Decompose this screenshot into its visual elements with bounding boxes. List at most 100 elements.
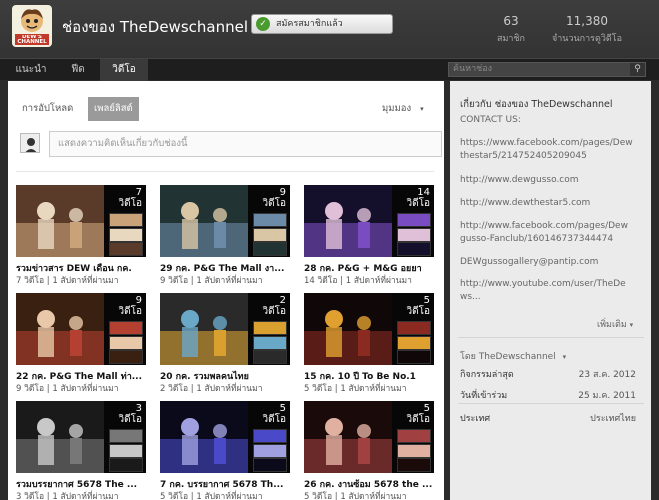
link-youtube-cont[interactable]: ws...: [460, 292, 481, 302]
channel-title: ช่องของ TheDewschannel: [62, 18, 248, 36]
playlist-thumbnail-image: [160, 401, 248, 473]
playlist-mini-thumb: [253, 321, 287, 335]
playlist-thumbnail-image: [160, 185, 248, 257]
playlist-meta: 5 วิดีโอ | 1 สัปดาห์ที่ผ่านมา: [304, 492, 407, 500]
latest-activity-label: กิจกรรมล่าสุด: [460, 370, 514, 380]
playlist-thumbnail-image: [16, 293, 104, 365]
playlist-mini-thumb: [397, 444, 431, 458]
playlist-video-count: 9 วิดีโอ: [263, 187, 287, 209]
country-label: ประเทศ: [460, 414, 491, 424]
link-facebook-1[interactable]: https://www.facebook.com/pages/Dew: [460, 138, 633, 148]
about-title: เกี่ยวกับ ช่องของ TheDewschannel: [460, 99, 613, 110]
playlist-video-count: 5 วิดีโอ: [263, 403, 287, 425]
check-icon: ✓: [256, 17, 270, 31]
channel-nav: แนะนำ ฟีด วิดีโอ ค้นหาช่อง ⚲: [0, 58, 659, 81]
playlist-thumbnail-image: [16, 185, 104, 257]
link-youtube[interactable]: http://www.youtube.com/user/TheDe: [460, 279, 626, 289]
playlist-thumbnail[interactable]: 5 วิดีโอ: [160, 401, 290, 473]
playlist-count-number: 2: [279, 295, 286, 306]
subscribers-label: สมาชิก: [496, 34, 526, 44]
show-more-link[interactable]: เพิ่มเติม ▾: [597, 317, 633, 331]
user-avatar: [20, 133, 40, 153]
playlist-count-number: 9: [279, 187, 286, 198]
playlist-mini-thumb: [253, 228, 287, 242]
playlist-mini-thumb: [109, 458, 143, 472]
playlist-card[interactable]: 5 วิดีโอ 7 กค. บรรยากาศ 5678 Th... 5 วิดีโอ…: [160, 401, 290, 500]
playlist-video-count: 9 วิดีโอ: [119, 295, 143, 317]
view-as-dropdown[interactable]: มุมมอง ▾: [382, 97, 424, 121]
link-facebook-2[interactable]: http://www.facebook.com/pages/Dew: [460, 221, 628, 231]
joined-label: วันที่เข้าร่วม: [460, 391, 508, 401]
playlist-mini-thumb: [397, 228, 431, 242]
playlist-mini-thumb: [397, 213, 431, 227]
playlist-card[interactable]: 3 วิดีโอ รวมบรรยากาศ 5678 The ... 3 วิดีโอ …: [16, 401, 146, 500]
playlist-thumbnail[interactable]: 14 วิดีโอ: [304, 185, 434, 257]
playlist-mini-thumb: [253, 213, 287, 227]
tab-featured[interactable]: แนะนำ: [8, 59, 54, 81]
playlist-thumbnail[interactable]: 3 วิดีโอ: [16, 401, 146, 473]
playlist-card[interactable]: 14 วิดีโอ 28 กค. P&G + M&G อยยา 14 วิดีโอ |…: [304, 185, 434, 287]
playlist-count-label: วิดีโอ: [118, 198, 143, 209]
playlist-mini-thumb: [397, 321, 431, 335]
playlist-card[interactable]: 2 วิดีโอ 20 กค. รวมพลคนไทย 2 วิดีโอ | 1 สัป…: [160, 293, 290, 395]
playlist-card[interactable]: 7 วิดีโอ รวมข่าวสาร DEW เดือน กค. 7 วิดีโอ …: [16, 185, 146, 287]
channel-comment-box: แสดงความคิดเห็นเกี่ยวกับช่องนี้: [16, 131, 442, 157]
playlist-meta: 2 วิดีโอ | 1 สัปดาห์ที่ผ่านมา: [160, 384, 263, 394]
country-value: ประเทศไทย: [590, 414, 636, 424]
playlist-count-number: 7: [135, 187, 142, 198]
playlist-mini-thumb: [109, 336, 143, 350]
search-icon[interactable]: ⚲: [630, 63, 645, 76]
playlist-count-number: 9: [135, 295, 142, 306]
chevron-down-icon: ▾: [420, 105, 424, 113]
playlist-count-label: วิดีโอ: [406, 414, 431, 425]
playlist-mini-thumb: [109, 242, 143, 256]
playlist-thumbnail-image: [160, 293, 248, 365]
channel-header: DEW'S CHANNEL ช่องของ TheDewschannel ✓ ส…: [0, 0, 659, 58]
logo-text: DEW'S CHANNEL: [17, 35, 47, 45]
playlist-thumbnail[interactable]: 9 วิดีโอ: [160, 185, 290, 257]
playlist-video-count: 5 วิดีโอ: [407, 403, 431, 425]
playlist-thumbnail[interactable]: 7 วิดีโอ: [16, 185, 146, 257]
filter-playlists[interactable]: เพลย์ลิสต์: [88, 97, 139, 121]
playlist-mini-thumb: [253, 242, 287, 256]
channel-search-input[interactable]: ค้นหาช่อง ⚲: [448, 62, 646, 77]
playlist-thumbnail[interactable]: 2 วิดีโอ: [160, 293, 290, 365]
filter-uploads[interactable]: การอัปโหลด: [16, 97, 79, 121]
by-owner-label: โดย TheDewschannel: [460, 352, 556, 362]
playlist-count-label: วิดีโอ: [118, 306, 143, 317]
playlist-count-label: วิดีโอ: [406, 306, 431, 317]
sidebar-divider: [458, 337, 644, 338]
tab-feed[interactable]: ฟีด: [58, 59, 98, 81]
playlist-count-number: 14: [417, 187, 430, 198]
subscribers-count: 63: [503, 14, 519, 28]
playlist-count-label: วิดีโอ: [262, 306, 287, 317]
chevron-down-icon[interactable]: ▾: [563, 353, 567, 361]
views-label: จำนวนการดูวิดีโอ: [551, 34, 622, 44]
playlist-card[interactable]: 9 วิดีโอ 22 กค. P&G The Mall ท่า... 9 วิดีโ…: [16, 293, 146, 395]
subscribers-stat: 63 สมาชิก: [483, 14, 539, 45]
playlist-card[interactable]: 9 วิดีโอ 29 กค. P&G The Mall งา... 9 วิดีโอ…: [160, 185, 290, 287]
tab-videos[interactable]: วิดีโอ: [100, 59, 148, 81]
playlist-card[interactable]: 5 วิดีโอ 15 กค. 10 ปี To Be No.1 5 วิดีโอ |…: [304, 293, 434, 395]
playlist-thumbnail[interactable]: 5 วิดีโอ: [304, 401, 434, 473]
contact-email[interactable]: DEWgussogallery@pantip.com: [460, 257, 598, 267]
playlist-video-count: 2 วิดีโอ: [263, 295, 287, 317]
user-silhouette-icon: [21, 134, 39, 152]
playlist-thumbnail[interactable]: 5 วิดีโอ: [304, 293, 434, 365]
playlist-count-number: 5: [423, 295, 430, 306]
playlist-thumbnail-image: [304, 185, 392, 257]
channel-logo[interactable]: DEW'S CHANNEL: [12, 5, 52, 47]
playlist-mini-thumb: [109, 350, 143, 364]
subscribed-button[interactable]: ✓ สมัครสมาชิกแล้ว: [251, 14, 393, 34]
link-dewgusso[interactable]: http://www.dewgusso.com: [460, 175, 579, 185]
playlist-card[interactable]: 5 วิดีโอ 26 กค. งานซ้อม 5678 the ... 5 วิดี…: [304, 401, 434, 500]
playlist-count-label: วิดีโอ: [262, 414, 287, 425]
playlist-thumbnail[interactable]: 9 วิดีโอ: [16, 293, 146, 365]
playlist-meta: 7 วิดีโอ | 1 สัปดาห์ที่ผ่านมา: [16, 276, 119, 286]
link-facebook-1-cont[interactable]: thestar5/214752405209045: [460, 151, 587, 161]
comment-input[interactable]: แสดงความคิดเห็นเกี่ยวกับช่องนี้: [49, 131, 442, 157]
playlist-count-number: 5: [279, 403, 286, 414]
link-dewthestar5[interactable]: http://www.dewthestar5.com: [460, 198, 590, 208]
link-facebook-2-cont[interactable]: gusso-Fanclub/160146737344474: [460, 234, 613, 244]
page-edge: [651, 81, 659, 500]
